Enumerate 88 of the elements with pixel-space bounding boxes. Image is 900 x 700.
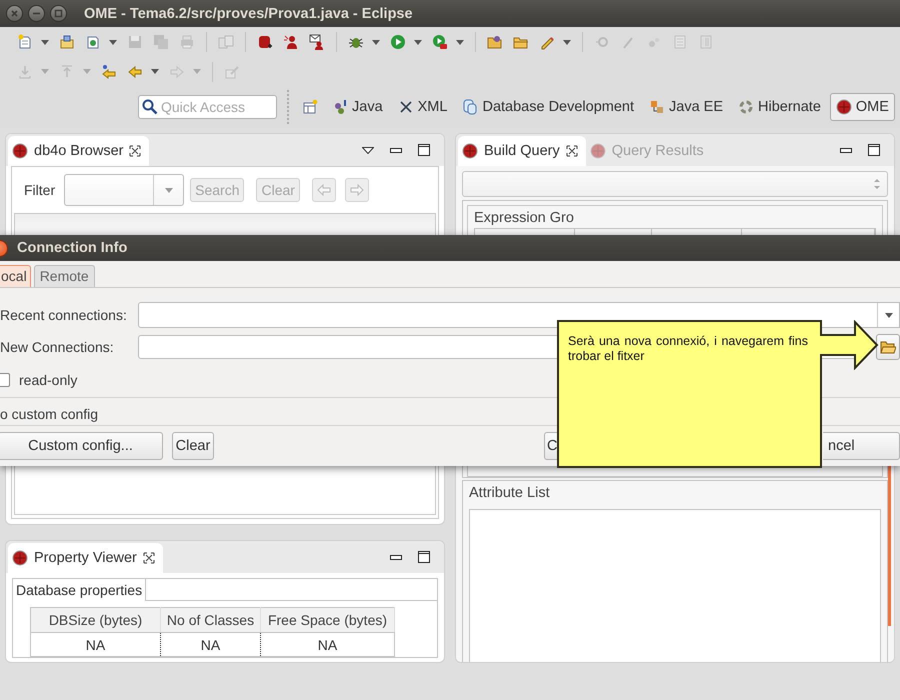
maximize-icon bbox=[418, 551, 430, 563]
dialog-tab[interactable]: Remote bbox=[34, 265, 95, 287]
run-icon[interactable] bbox=[390, 34, 406, 50]
caret-icon bbox=[362, 146, 374, 154]
close-button[interactable] bbox=[6, 5, 23, 22]
new-file-icon[interactable] bbox=[17, 34, 33, 50]
window-title: OME - Tema6.2/src/proves/Prova1.java - Eclipse bbox=[84, 6, 413, 22]
scrollbar-thumb[interactable] bbox=[888, 466, 891, 626]
close-icon bbox=[142, 552, 155, 564]
window-plus-icon[interactable] bbox=[302, 99, 318, 115]
caret-icon bbox=[884, 312, 892, 318]
caret-icon[interactable] bbox=[414, 40, 422, 44]
column-header: Free Space (bytes) bbox=[260, 608, 394, 632]
caret-icon[interactable] bbox=[563, 40, 571, 44]
disc-icon bbox=[836, 99, 852, 115]
minimize-icon bbox=[390, 148, 402, 152]
folder-icon[interactable] bbox=[487, 34, 503, 50]
maximize-icon bbox=[54, 9, 63, 18]
dialog-button[interactable]: C bbox=[544, 432, 558, 460]
quick-access-field[interactable]: Quick Access bbox=[138, 95, 277, 119]
filter-label: Filter bbox=[24, 182, 56, 198]
disc-icon bbox=[590, 143, 606, 159]
back-arrow-icon[interactable] bbox=[101, 64, 117, 80]
minimize-button[interactable] bbox=[28, 5, 45, 22]
arrow-right-icon bbox=[350, 184, 364, 196]
envelope-icon[interactable] bbox=[309, 34, 325, 50]
table-cell: NA bbox=[30, 632, 160, 656]
filter-combo[interactable] bbox=[64, 174, 184, 206]
caret-icon[interactable] bbox=[456, 40, 464, 44]
database-icon[interactable] bbox=[257, 34, 273, 50]
field-label: New Connections: bbox=[0, 339, 115, 355]
perspective-button[interactable]: Hibernate bbox=[732, 93, 827, 121]
beans-icon bbox=[332, 99, 348, 115]
person-icon[interactable] bbox=[283, 34, 299, 50]
view-tab[interactable]: db4o Browser bbox=[8, 136, 150, 166]
run-tool-icon[interactable] bbox=[432, 34, 448, 50]
class-file-icon[interactable] bbox=[85, 34, 101, 50]
disc-icon bbox=[12, 143, 28, 159]
view-tab[interactable]: Property Viewer bbox=[8, 543, 163, 573]
dialog-button[interactable]: ncel bbox=[823, 432, 900, 460]
properties-tab[interactable]: Database properties bbox=[13, 579, 146, 601]
caret-icon[interactable] bbox=[41, 40, 49, 44]
nodes-icon bbox=[649, 99, 666, 115]
perspective-button[interactable]: XML bbox=[392, 93, 454, 121]
caret-icon[interactable] bbox=[151, 69, 159, 74]
caret-icon bbox=[164, 188, 173, 192]
close-icon bbox=[129, 145, 142, 157]
group-label: Attribute List bbox=[469, 485, 551, 503]
browse-button[interactable] bbox=[876, 334, 900, 360]
disc-icon bbox=[462, 143, 478, 159]
folder-icon bbox=[880, 339, 896, 355]
minimize-icon bbox=[390, 554, 402, 560]
ring-icon bbox=[738, 99, 754, 115]
dialog-title: Connection Info bbox=[17, 240, 128, 256]
dialog-tab[interactable]: ocal bbox=[0, 265, 31, 287]
close-icon bbox=[566, 145, 578, 157]
perspective-button[interactable]: Java EE bbox=[643, 93, 730, 121]
perspective-button[interactable]: Database Development bbox=[456, 93, 640, 121]
column-header: No of Classes bbox=[160, 608, 260, 632]
perspective-button[interactable]: OME bbox=[830, 93, 895, 121]
package-icon[interactable] bbox=[59, 34, 75, 50]
caret-icon[interactable] bbox=[372, 40, 380, 44]
checkbox[interactable] bbox=[0, 373, 10, 387]
caret-icon[interactable] bbox=[109, 40, 117, 44]
maximize-icon bbox=[868, 144, 880, 156]
spinner-icon bbox=[873, 178, 881, 190]
table-cell: NA bbox=[160, 632, 260, 656]
callout-text: Serà una nova connexió, i navegarem fins trobar el fitxer bbox=[568, 334, 808, 364]
group-label: Expression Gro bbox=[474, 210, 575, 228]
search-icon bbox=[142, 99, 158, 115]
maximize-button[interactable] bbox=[50, 5, 67, 22]
table-cell: NA bbox=[260, 632, 394, 656]
close-icon bbox=[10, 9, 19, 18]
column-header: DBSize (bytes) bbox=[30, 608, 160, 632]
dialog-button[interactable]: Custom config... bbox=[0, 432, 163, 460]
dialog-button[interactable]: Clear bbox=[172, 432, 214, 460]
cylinder-icon bbox=[462, 99, 478, 115]
checkbox-label: read-only bbox=[19, 372, 78, 388]
arrow-left-icon[interactable] bbox=[127, 64, 143, 80]
maximize-icon bbox=[418, 144, 430, 156]
config-status: o custom config bbox=[0, 405, 100, 424]
arrow-left-icon bbox=[316, 184, 331, 196]
minimize-icon bbox=[840, 148, 852, 152]
cross-icon bbox=[398, 99, 414, 115]
view-tab[interactable]: Build Query bbox=[458, 136, 586, 166]
disc-icon bbox=[12, 550, 28, 566]
field-label: Recent connections: bbox=[0, 307, 128, 323]
perspective-button[interactable]: Java bbox=[326, 93, 389, 121]
